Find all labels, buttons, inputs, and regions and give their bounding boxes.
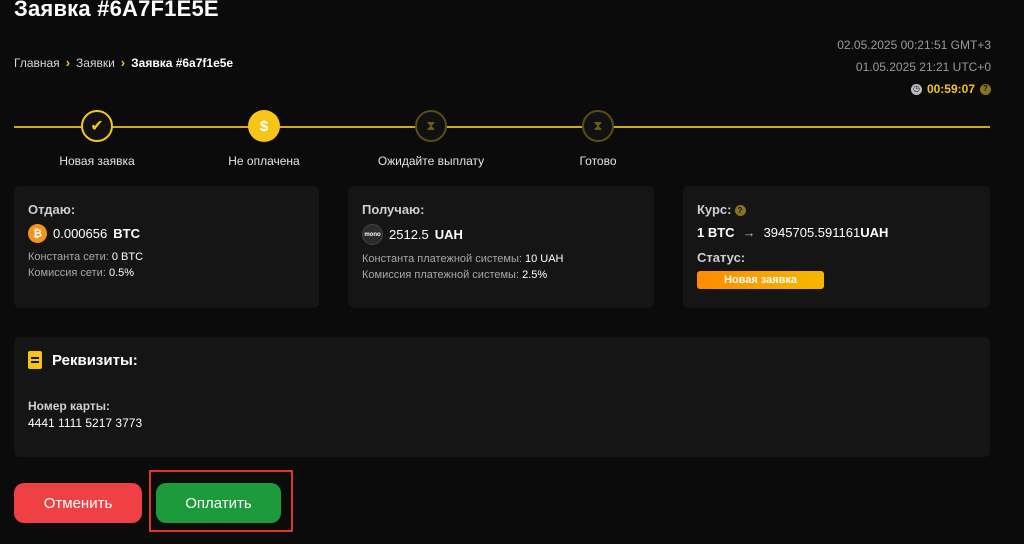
status-badge: Новая заявка xyxy=(697,271,824,289)
step-label: Готово xyxy=(579,154,617,168)
hourglass-icon: ⧗ xyxy=(415,110,447,142)
chevron-right-icon: › xyxy=(65,55,71,70)
breadcrumb-current: Заявка #6a7f1e5e xyxy=(131,55,234,70)
exchange-rate: 1 BTC → 3945705.591161UAH xyxy=(697,225,976,240)
breadcrumb-home[interactable]: Главная xyxy=(14,56,60,70)
bitcoin-icon: ₿ xyxy=(28,224,47,243)
monobank-icon: mono xyxy=(362,224,383,245)
receive-heading: Получаю: xyxy=(362,202,425,217)
step-label: Ожидайте выплату xyxy=(377,154,485,168)
status-heading: Статус: xyxy=(697,250,746,265)
card-number-label: Номер карты: xyxy=(28,399,111,413)
rate-to: 3945705.591161 xyxy=(763,225,861,240)
step-label: Новая заявка xyxy=(59,154,135,168)
system-constant: Константа платежной системы: 10 UAH xyxy=(362,253,564,265)
countdown-timer: ◷ 00:59:07 ? xyxy=(837,78,991,100)
countdown-value: 00:59:07 xyxy=(926,82,975,96)
give-currency: BTC xyxy=(113,226,140,241)
step-done: ⧗ Готово xyxy=(528,110,668,168)
network-fee: Комиссия сети: 0.5% xyxy=(28,267,135,279)
network-constant: Константа сети: 0 BTC xyxy=(28,251,144,263)
utc-time: 01.05.2025 21:21 UTC+0 xyxy=(855,60,991,74)
give-card: Отдаю: ₿ 0.000656 BTC Константа сети: 0 … xyxy=(14,186,319,308)
arrow-right-icon: → xyxy=(742,225,756,240)
rate-to-currency: UAH xyxy=(860,225,889,240)
receive-currency: UAH xyxy=(434,227,463,242)
breadcrumb-orders[interactable]: Заявки xyxy=(76,56,115,70)
card-number-value[interactable]: 4441 1111 5217 3773 xyxy=(28,416,976,430)
help-icon[interactable]: ? xyxy=(734,205,746,217)
rate-card: Курс:? 1 BTC → 3945705.591161UAH Статус:… xyxy=(683,186,990,308)
give-heading: Отдаю: xyxy=(28,202,76,217)
step-awaiting-payout: ⧗ Ожидайте выплату xyxy=(361,110,501,168)
clock-icon: ◷ xyxy=(910,83,922,95)
give-amount: ₿ 0.000656 BTC xyxy=(28,224,305,243)
receive-amount-value: 2512.5 xyxy=(389,227,429,242)
dollar-icon: $ xyxy=(248,110,280,142)
page-title: Заявка #6A7F1E5E xyxy=(14,0,219,21)
rate-from: 1 BTC xyxy=(697,225,735,240)
system-fee: Комиссия платежной системы: 2.5% xyxy=(362,269,548,281)
highlight-frame xyxy=(149,470,293,532)
local-time: 02.05.2025 00:21:51 GMT+3 xyxy=(837,38,991,52)
time-info: 02.05.2025 00:21:51 GMT+3 01.05.2025 21:… xyxy=(837,34,991,100)
document-icon xyxy=(28,351,42,369)
step-label: Не оплачена xyxy=(228,154,300,168)
receive-amount: mono 2512.5 UAH xyxy=(362,224,640,245)
requisites-card: Реквизиты: Номер карты: 4441 1111 5217 3… xyxy=(14,337,990,457)
step-unpaid: $ Не оплачена xyxy=(194,110,334,168)
step-new-order: ✔ Новая заявка xyxy=(27,110,167,168)
help-icon[interactable]: ? xyxy=(980,83,991,95)
cancel-button[interactable]: Отменить xyxy=(14,483,142,523)
chevron-right-icon: › xyxy=(120,55,126,70)
check-icon: ✔ xyxy=(81,110,113,142)
receive-card: Получаю: mono 2512.5 UAH Константа плате… xyxy=(348,186,654,308)
requisites-title: Реквизиты: xyxy=(28,351,976,369)
rate-heading: Курс:? xyxy=(697,202,976,217)
breadcrumb: Главная › Заявки › Заявка #6a7f1e5e xyxy=(14,55,233,70)
hourglass-icon: ⧗ xyxy=(582,110,614,142)
give-amount-value: 0.000656 xyxy=(53,226,108,241)
